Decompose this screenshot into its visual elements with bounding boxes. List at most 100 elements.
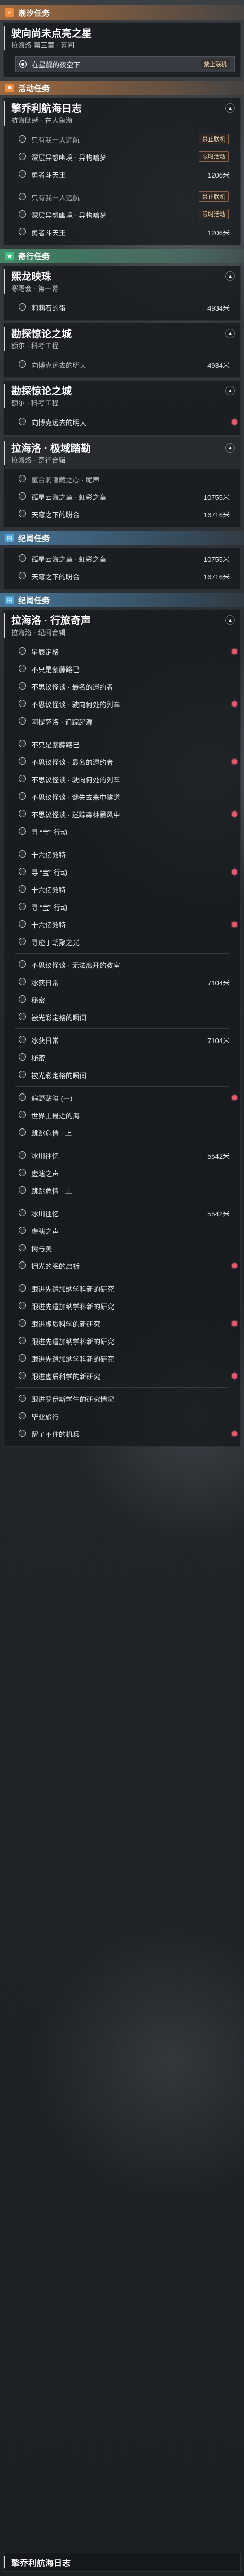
- quest-step[interactable]: 冰川往忆 5542米: [15, 1205, 235, 1221]
- quest-step[interactable]: 跟进罗伊斯学生的研究情况: [15, 1391, 235, 1407]
- quest-header[interactable]: 熙龙映珠 寒霜会 · 第一幕 ▲: [4, 266, 240, 297]
- quest-card-companion[interactable]: 拉海洛 · 极域踏勘 拉海洛 · 奇行合辑 ▲ 蜜合洞隐藏之心 · 尾声 孤星云…: [3, 437, 241, 527]
- map-pin-icon: [232, 1431, 237, 1436]
- quest-step[interactable]: 不思议怪谈 · 驶向何处的列车: [15, 771, 235, 787]
- quest-card-story[interactable]: 擎乔利航海日志 航海随感 · 在人鱼海 ▲ 只有我一人远航 禁止联机 深层异想幽境…: [3, 98, 241, 245]
- quest-card-companion[interactable]: 勘探惊论之城 额尔 · 科考工程 ▲ 向博克远去的明天: [3, 380, 241, 435]
- quest-step[interactable]: 留了不住的机兵: [15, 1426, 237, 1442]
- step-label: 只有我一人远航: [31, 193, 80, 202]
- tracked-quest-footer[interactable]: 擎乔利航海日志: [3, 2553, 241, 2572]
- quest-title: 勘探惊论之城: [11, 386, 72, 397]
- quest-step[interactable]: 被光彩定格的瞬间: [15, 1067, 235, 1083]
- quest-step[interactable]: 寻迹于朝聚之光: [15, 934, 235, 950]
- quest-step[interactable]: 跟进虚质科学的新研究: [15, 1316, 237, 1331]
- quest-title: 擎乔利航海日志: [11, 103, 82, 114]
- book-icon: ▤: [5, 534, 14, 542]
- quest-step[interactable]: 寻 “宝” 行动: [15, 824, 235, 840]
- quest-step[interactable]: 毕业旅行: [15, 1408, 235, 1424]
- quest-card-trial[interactable]: 驶向尚未点亮之星 拉海洛 第三章 · 幕间 在星舰的夜空下 禁止联机: [3, 22, 241, 77]
- quest-step[interactable]: 十六亿效特: [15, 846, 235, 862]
- collapse-icon[interactable]: ▲: [225, 386, 235, 395]
- quest-step[interactable]: 莉莉石的蛋 4934米: [15, 299, 235, 315]
- quest-step[interactable]: 冰获日常 7104米: [15, 974, 235, 990]
- quest-step[interactable]: 跟进虚质科学的新研究: [15, 1368, 237, 1384]
- quest-step[interactable]: 秘密: [15, 1049, 235, 1065]
- quest-header[interactable]: 驶向尚未点亮之星 拉海洛 第三章 · 幕间: [4, 23, 240, 54]
- quest-step[interactable]: 只有我一人远航 禁止联机: [15, 189, 235, 205]
- quest-step[interactable]: 向博克远去的明天 4934米: [15, 357, 235, 373]
- quest-header[interactable]: 拉海洛 · 极域踏勘 拉海洛 · 奇行合辑 ▲: [4, 438, 240, 469]
- quest-step[interactable]: 拥光的眠的启祈: [15, 1258, 237, 1274]
- quest-step[interactable]: 天穹之下的盼合 16716米: [15, 506, 235, 522]
- quest-card-chronicle-partial[interactable]: 孤星云海之章 · 虹彩之章 10755米 天穹之下的盼合 16716米: [3, 548, 241, 589]
- quest-step[interactable]: 孤星云海之章 · 虹彩之章 10755米: [15, 489, 235, 505]
- quest-step[interactable]: 十六亿效特: [15, 881, 235, 897]
- quest-steps: 向博克远去的明天: [4, 411, 240, 435]
- section-header-chronicle[interactable]: ▤ 纪闻任务: [0, 531, 244, 545]
- quest-step[interactable]: 冰川往忆 5542米: [15, 1148, 235, 1163]
- collapse-icon[interactable]: ▲: [225, 615, 235, 625]
- quest-step[interactable]: 星辰定格: [15, 643, 237, 659]
- quest-step[interactable]: 跳跳危情 · 上: [15, 1183, 235, 1198]
- section-header-story[interactable]: ⚑ 活动任务: [0, 81, 244, 95]
- quest-step[interactable]: 不思议怪谈 · 谜失去来中隧道: [15, 789, 235, 805]
- quest-step[interactable]: 世界上最近的海: [15, 1107, 235, 1123]
- quest-step[interactable]: 遍野贴陷 (一): [15, 1090, 237, 1106]
- quest-step[interactable]: 寻 “宝” 行动: [15, 864, 237, 880]
- quest-step[interactable]: 十六亿效特: [15, 916, 237, 932]
- step-distance: 7104米: [207, 978, 230, 987]
- step-label: 寻 “宝” 行动: [31, 868, 67, 877]
- quest-step[interactable]: 寻 “宝” 行动: [15, 899, 235, 915]
- quest-step[interactable]: 跟进先遣加纳学科新的研究: [15, 1351, 235, 1366]
- quest-step[interactable]: 向博克远去的明天: [15, 414, 237, 430]
- quest-header[interactable]: 勘探惊论之城 额尔 · 科考工程 ▲: [4, 381, 240, 411]
- quest-card-companion[interactable]: 勘探惊论之城 额尔 · 科考工程 ▲ 向博克远去的明天 4934米: [3, 323, 241, 378]
- quest-step[interactable]: 不只是紫藤路已: [15, 736, 235, 752]
- step-label: 寻 “宝” 行动: [31, 903, 67, 912]
- quest-step[interactable]: 虚瞎之声: [15, 1165, 235, 1181]
- quest-step[interactable]: 不思议怪谈 · 驶向何处的列车: [15, 696, 237, 712]
- quest-step[interactable]: 虚瞎之声: [15, 1223, 235, 1239]
- section-header-trial[interactable]: ⚡ 潮汐任务: [0, 5, 244, 20]
- section-header-companion[interactable]: ★ 奇行任务: [0, 249, 244, 263]
- quest-step[interactable]: 深层异想幽境 · 异构暗梦 限时活动: [15, 207, 235, 223]
- quest-step[interactable]: 不思议怪谈 · 最名的遗约者: [15, 754, 237, 770]
- quest-step[interactable]: 跟进先遣加纳学科新的研究: [15, 1281, 235, 1296]
- quest-step[interactable]: 被光彩定格的瞬间: [15, 1009, 235, 1025]
- quest-header[interactable]: 勘探惊论之城 额尔 · 科考工程 ▲: [4, 323, 240, 354]
- quest-step[interactable]: 不思议怪谈 · 无法离开的教室: [15, 957, 235, 973]
- collapse-icon[interactable]: ▲: [225, 443, 235, 453]
- collapse-icon[interactable]: ▲: [225, 271, 235, 281]
- no-coop-badge: 禁止联机: [199, 191, 229, 202]
- quest-header[interactable]: 拉海洛 · 行旅奇声 拉海洛 · 纪闻合辑 ▲: [4, 610, 240, 641]
- quest-step[interactable]: 天穹之下的盼合 16716米: [15, 568, 235, 584]
- quest-step[interactable]: 跟进先遣加纳学科新的研究: [15, 1298, 235, 1314]
- step-radio-icon: [19, 850, 26, 858]
- quest-step[interactable]: 跳跳危情 · 上: [15, 1125, 235, 1141]
- collapse-icon[interactable]: ▲: [225, 329, 235, 338]
- quest-step[interactable]: 冰获日常 7104米: [15, 1032, 235, 1048]
- quest-step[interactable]: 不思议怪谈 · 迷踪森林暴风中: [15, 806, 237, 822]
- step-radio-icon: [19, 978, 26, 985]
- section-header-chronicle[interactable]: ▤ 纪闻任务: [0, 593, 244, 607]
- quest-step[interactable]: 蜜合洞隐藏之心 · 尾声: [15, 471, 235, 487]
- quest-step[interactable]: 秘密: [15, 992, 235, 1008]
- step-radio-icon: [19, 572, 26, 579]
- collapse-icon[interactable]: ▲: [225, 103, 235, 113]
- quest-step[interactable]: 不思议怪谈 · 最名的遗约者: [15, 678, 235, 694]
- quest-step[interactable]: 不只是紫藤路已: [15, 661, 235, 677]
- quest-step[interactable]: 在星舰的夜空下 禁止联机: [15, 56, 235, 72]
- quest-step[interactable]: 跟进先遣加纳学科新的研究: [15, 1333, 235, 1349]
- quest-card-chronicle[interactable]: 拉海洛 · 行旅奇声 拉海洛 · 纪闻合辑 ▲ 星辰定格不只是紫藤路已 不思议怪谈…: [3, 610, 241, 1447]
- quest-step[interactable]: 孤星云海之章 · 虹彩之章 10755米: [15, 551, 235, 567]
- quest-step[interactable]: 勇者斗天王 1206米: [15, 224, 235, 240]
- quest-step[interactable]: 深层异想幽境 · 异构暗梦 限时活动: [15, 149, 235, 165]
- quest-header[interactable]: 擎乔利航海日志 航海随感 · 在人鱼海 ▲: [4, 98, 240, 129]
- quest-step[interactable]: 勇者斗天王 1206米: [15, 166, 235, 182]
- quest-step[interactable]: 阿提萨洛 · 追踪起源: [15, 713, 235, 729]
- step-distance: 4934米: [207, 361, 230, 369]
- quest-card-companion[interactable]: 熙龙映珠 寒霜会 · 第一幕 ▲ 莉莉石的蛋 4934米: [3, 266, 241, 321]
- section-label: 潮汐任务: [18, 8, 50, 18]
- quest-step[interactable]: 树与美: [15, 1240, 235, 1256]
- quest-step[interactable]: 只有我一人远航 禁止联机: [15, 131, 235, 147]
